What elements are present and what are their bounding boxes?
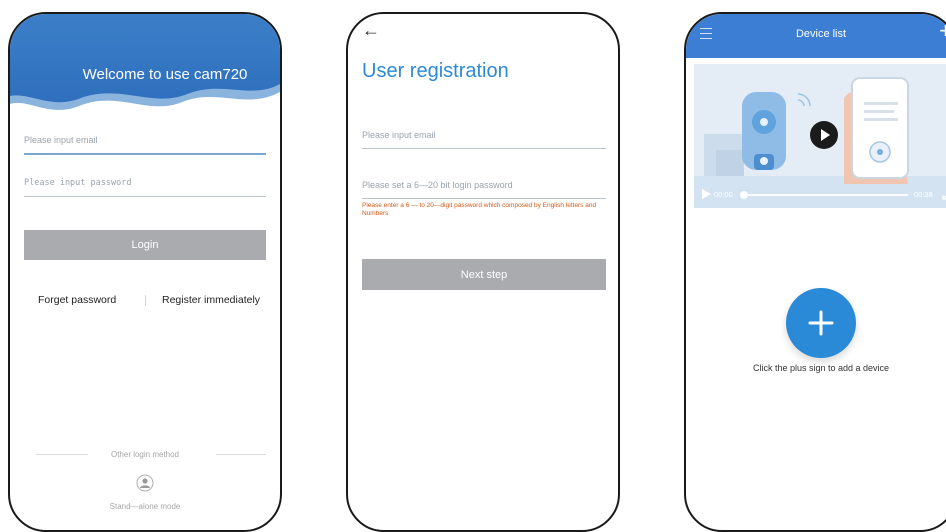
password-hint: Please enter a 6 — to 20—digit password … <box>362 202 597 217</box>
standalone-mode-label[interactable]: Stand—alone mode <box>10 502 280 511</box>
video-elapsed-time: 00:00 <box>714 190 733 199</box>
small-play-icon[interactable] <box>700 188 712 200</box>
forget-password-link[interactable]: Forget password <box>38 294 116 306</box>
add-device-plus-icon[interactable]: + <box>939 20 946 42</box>
register-link[interactable]: Register immediately <box>162 294 260 306</box>
login-button[interactable]: Login <box>24 230 266 260</box>
video-scrubber[interactable] <box>740 191 748 199</box>
fullscreen-icon[interactable] <box>942 188 946 200</box>
add-device-hint: Click the plus sign to add a device <box>752 363 890 373</box>
divider-right <box>216 454 266 455</box>
play-button-icon[interactable] <box>809 120 839 150</box>
password-field[interactable]: Please set a 6—20 bit login password <box>362 180 606 199</box>
link-divider <box>145 295 146 306</box>
welcome-title: Welcome to use cam720 <box>82 66 248 83</box>
page-title: User registration <box>362 60 509 82</box>
top-bar: Device list + <box>686 14 946 58</box>
video-duration: 00:38 <box>914 190 933 199</box>
next-step-button[interactable]: Next step <box>362 259 606 290</box>
password-field[interactable]: Please input password <box>24 178 266 197</box>
login-phone: Welcome to use cam720 Please input email… <box>8 12 282 532</box>
email-field[interactable]: Please input email <box>24 135 266 155</box>
video-progress-track[interactable] <box>742 194 908 196</box>
user-icon[interactable] <box>136 474 154 492</box>
page-title: Device list <box>795 28 847 40</box>
back-arrow-icon[interactable]: ← <box>362 20 380 41</box>
add-device-button[interactable] <box>786 288 856 358</box>
tutorial-video[interactable]: 00:00 00:38 <box>694 64 946 208</box>
plus-icon <box>808 310 834 336</box>
device-list-phone: Device list + <box>684 12 946 532</box>
email-field[interactable]: Please input email <box>362 130 606 149</box>
registration-phone: ← User registration Please input email P… <box>346 12 620 532</box>
